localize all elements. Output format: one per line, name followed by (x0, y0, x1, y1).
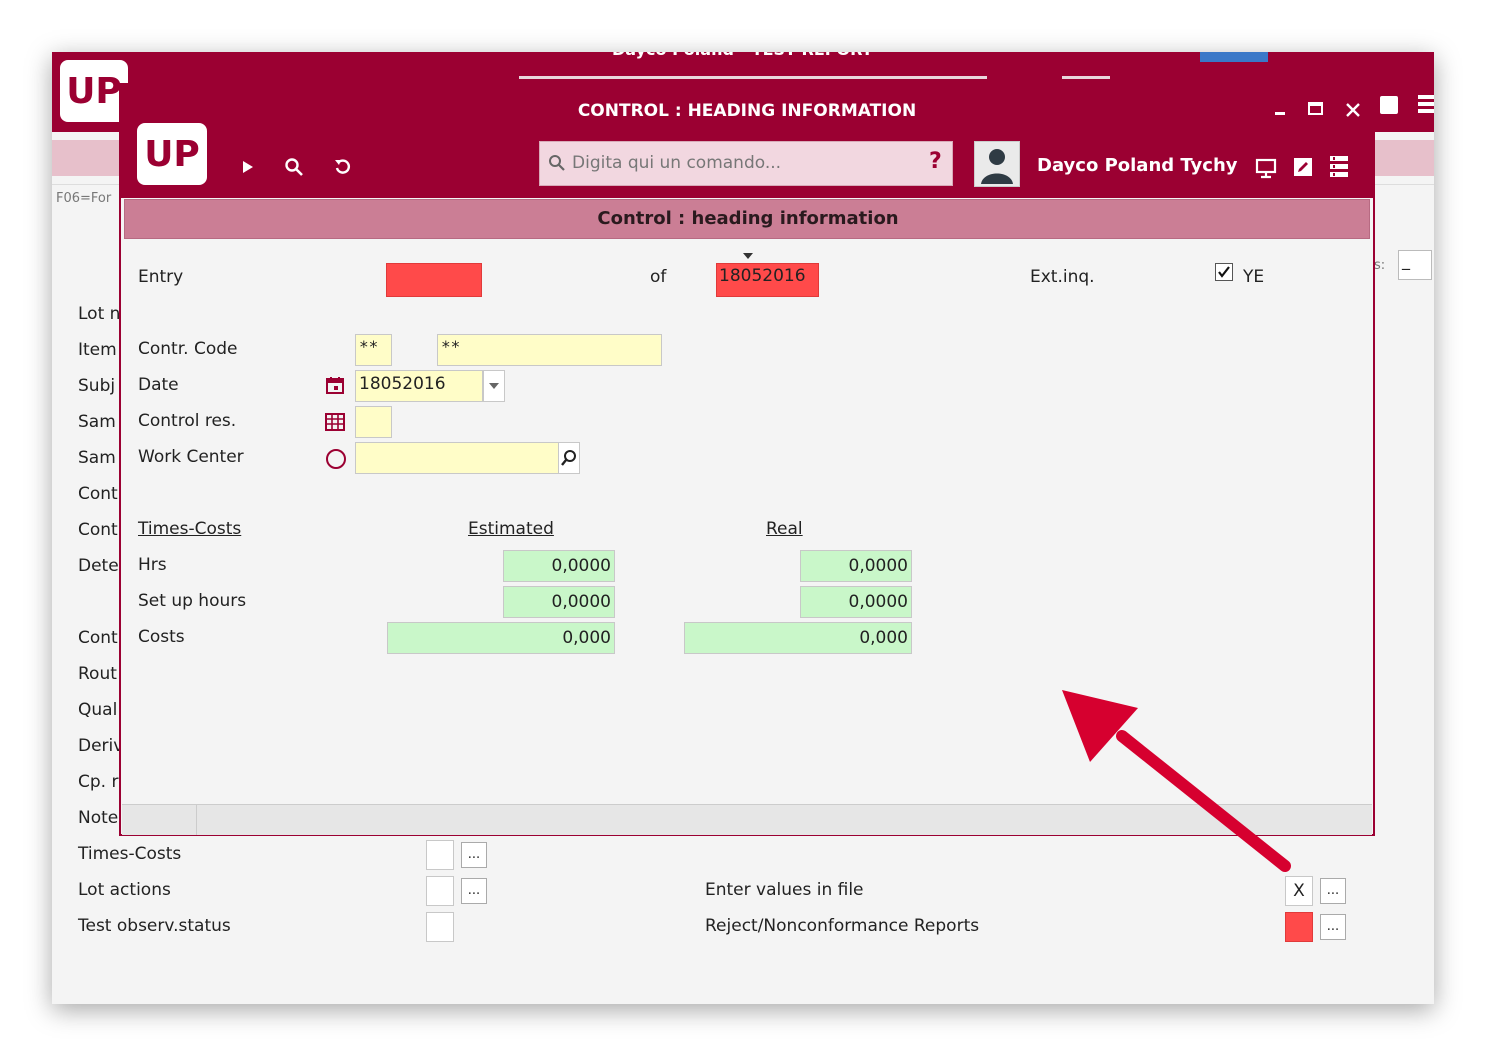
reject-reports-dots-button[interactable]: ... (1320, 914, 1346, 940)
dialog-logo: UP (137, 123, 207, 185)
entry-field[interactable] (386, 263, 482, 297)
control-res-field[interactable] (355, 406, 392, 438)
annotation-arrow (1062, 690, 1291, 872)
reject-reports-field[interactable] (1285, 912, 1313, 942)
dialog-title-bar: CONTROL : HEADING INFORMATION UP Digita … (121, 85, 1373, 198)
section-header: Control : heading information (124, 199, 1370, 239)
hrs-real-field[interactable]: 0,0000 (800, 550, 912, 582)
hrs-label: Hrs (138, 555, 167, 575)
background-tab-indicator-2 (1062, 76, 1110, 79)
command-placeholder: Digita qui un comando... (572, 153, 782, 173)
function-key-hint: F06=For (56, 191, 112, 206)
menu-grid-icon[interactable] (1418, 94, 1434, 116)
date-label: Date (138, 375, 179, 395)
background-window-title: Dayco Poland - TEST REPORT (612, 52, 912, 64)
enter-values-field[interactable]: X (1285, 876, 1313, 906)
command-input[interactable]: Digita qui un comando... ? (539, 141, 953, 186)
side-label: Lot n (78, 304, 121, 324)
costs-label: Costs (138, 627, 185, 647)
enter-values-label: Enter values in file (705, 880, 864, 900)
enter-values-dots-button[interactable]: ... (1320, 878, 1346, 904)
date-field[interactable]: 18052016 (355, 370, 483, 402)
ext-inq-label: Ext.inq. (1030, 267, 1095, 287)
work-center-field[interactable] (355, 442, 559, 474)
command-search-icon (548, 154, 566, 176)
side-label: Rout (78, 664, 117, 684)
times-costs-dots-button[interactable]: ... (461, 842, 487, 868)
hrs-estimated-field[interactable]: 0,0000 (503, 550, 615, 582)
side-label: Qual (78, 700, 118, 720)
side-label: Deriv (78, 736, 124, 756)
maximize-icon[interactable] (1307, 99, 1325, 123)
right-field[interactable]: _ (1398, 250, 1432, 280)
lookup-icon[interactable] (558, 442, 580, 474)
lot-actions-label: Lot actions (78, 880, 171, 900)
side-label: Item (78, 340, 117, 360)
status-divider (196, 805, 197, 835)
side-label: Sam (78, 448, 116, 468)
of-label: of (650, 267, 667, 287)
side-label: Note (78, 808, 119, 828)
setup-hours-label: Set up hours (138, 591, 247, 611)
test-observ-status-label: Test observ.status (78, 916, 231, 936)
background-logo: UP (60, 60, 128, 122)
lot-actions-field[interactable] (426, 876, 454, 906)
control-res-label: Control res. (138, 411, 237, 431)
side-label: Cp. r (78, 772, 119, 792)
caret-down-icon (742, 245, 754, 264)
contr-code-field-1[interactable]: ** (355, 334, 392, 366)
of-field[interactable]: 18052016 (716, 263, 819, 297)
test-observ-status-field[interactable] (426, 912, 454, 942)
help-icon[interactable]: ? (929, 149, 942, 174)
lot-actions-dots-button[interactable]: ... (461, 878, 487, 904)
edit-icon[interactable] (1293, 157, 1313, 181)
contr-code-field-2[interactable]: ** (437, 334, 662, 366)
company-name[interactable]: Dayco Poland Tychy (1037, 155, 1238, 176)
monitor-icon[interactable] (1255, 157, 1277, 183)
undo-icon[interactable] (333, 157, 353, 181)
section-title: Control : heading information (597, 208, 899, 229)
radio-circle-icon[interactable] (325, 448, 347, 474)
calendar-icon[interactable] (325, 375, 345, 399)
times-costs-label: Times-Costs (78, 844, 182, 864)
real-header: Real (766, 519, 803, 539)
work-center-label: Work Center (138, 447, 244, 467)
ext-inq-value: YE (1243, 267, 1265, 287)
ext-inq-checkbox[interactable] (1215, 263, 1233, 281)
dialog-title: CONTROL : HEADING INFORMATION (577, 101, 917, 121)
side-label: Cont (78, 628, 118, 648)
right-field-label: s: (1374, 258, 1386, 273)
estimated-header: Estimated (468, 519, 554, 539)
reject-reports-label: Reject/Nonconformance Reports (705, 916, 980, 936)
contr-code-label: Contr. Code (138, 339, 238, 359)
play-icon[interactable] (241, 159, 255, 179)
menu-grid-icon[interactable] (1329, 155, 1349, 183)
table-grid-icon[interactable] (325, 413, 345, 435)
side-label: Dete (78, 556, 119, 576)
times-costs-header: Times-Costs (138, 519, 242, 539)
minimize-icon[interactable] (1273, 97, 1289, 122)
times-costs-field[interactable] (426, 840, 454, 870)
background-tab-indicator (519, 76, 987, 79)
side-label: Cont (78, 520, 118, 540)
user-avatar[interactable] (974, 141, 1020, 187)
costs-estimated-field[interactable]: 0,000 (387, 622, 615, 654)
side-label: Subj (78, 376, 116, 396)
side-label: Sam (78, 412, 116, 432)
setup-hours-real-field[interactable]: 0,0000 (800, 586, 912, 618)
edit-icon[interactable] (1380, 96, 1398, 114)
date-dropdown-button[interactable] (483, 370, 505, 402)
side-label: Cont (78, 484, 118, 504)
setup-hours-estimated-field[interactable]: 0,0000 (503, 586, 615, 618)
search-icon[interactable] (284, 157, 304, 181)
close-icon[interactable] (1345, 99, 1361, 123)
background-accent-tab[interactable] (1200, 52, 1268, 62)
costs-real-field[interactable]: 0,000 (684, 622, 912, 654)
entry-label: Entry (138, 267, 184, 287)
